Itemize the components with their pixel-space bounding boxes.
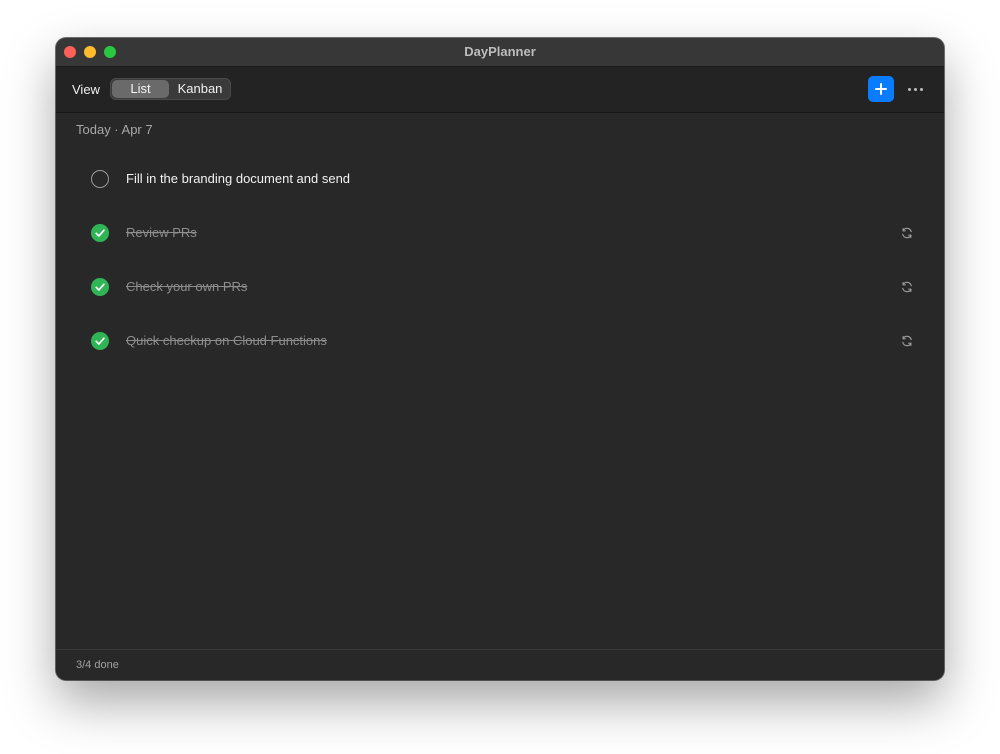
task-checkbox-checked[interactable] (91, 224, 109, 242)
task-title: Check your own PRs (126, 279, 248, 294)
toolbar: View List Kanban (56, 67, 944, 113)
task-row[interactable]: Quick checkup on Cloud Functions (56, 314, 944, 368)
repeat-icon (902, 335, 912, 347)
status-bar: 3/4 done (56, 649, 944, 680)
repeat-icon (902, 227, 912, 239)
view-kanban-segment[interactable]: Kanban (171, 80, 229, 98)
view-segmented-control[interactable]: List Kanban (110, 78, 231, 100)
task-checkbox-checked[interactable] (91, 278, 109, 296)
task-list-view: Today · Apr 7 Fill in the branding docum… (56, 113, 944, 649)
checkmark-icon (95, 229, 105, 237)
add-task-button[interactable] (868, 76, 894, 102)
task-title: Fill in the branding document and send (126, 171, 351, 186)
task-row[interactable]: Check your own PRs (56, 260, 944, 314)
task-row[interactable]: Review PRs (56, 206, 944, 260)
task-checkbox[interactable] (91, 170, 109, 188)
repeat-icon (902, 281, 912, 293)
view-list-segment[interactable]: List (112, 80, 169, 98)
completion-summary: 3/4 done (76, 659, 119, 671)
task-title: Review PRs (126, 225, 197, 240)
title-bar[interactable]: DayPlanner (56, 38, 944, 67)
task-checkbox-checked[interactable] (91, 332, 109, 350)
view-label: View (72, 82, 100, 97)
more-options-button[interactable] (904, 76, 928, 102)
task-row[interactable]: Fill in the branding document and send (56, 152, 944, 206)
section-header: Today · Apr 7 (76, 122, 153, 137)
task-title: Quick checkup on Cloud Functions (126, 333, 327, 348)
checkmark-icon (95, 337, 105, 345)
window-title: DayPlanner (464, 44, 536, 59)
app-window: DayPlanner View List Kanban Today · Apr … (56, 38, 944, 680)
checkmark-icon (95, 283, 105, 291)
